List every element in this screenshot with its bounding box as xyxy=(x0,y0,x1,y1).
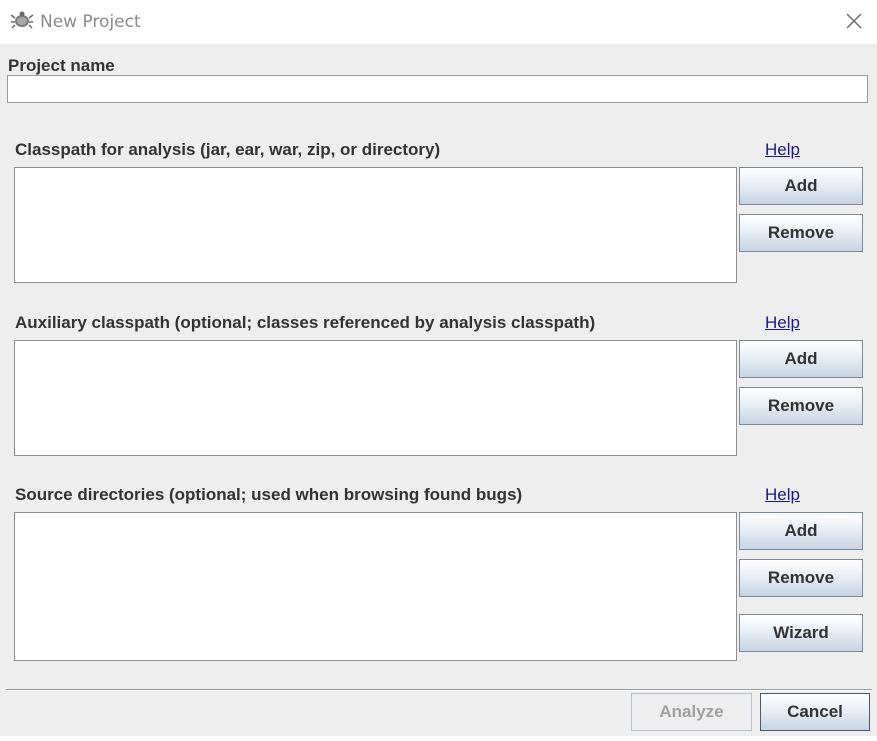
auxiliary-classpath-label: Auxiliary classpath (optional; classes r… xyxy=(15,313,596,332)
auxiliary-classpath-list[interactable] xyxy=(14,340,737,456)
project-name-label: Project name xyxy=(8,56,115,75)
classpath-help-link[interactable]: Help xyxy=(765,140,800,160)
source-directories-list[interactable] xyxy=(14,512,737,661)
close-icon[interactable] xyxy=(843,10,865,32)
auxiliary-add-button[interactable]: Add xyxy=(739,340,863,378)
classpath-remove-button[interactable]: Remove xyxy=(739,214,863,252)
window-title: New Project xyxy=(40,12,141,32)
classpath-add-button[interactable]: Add xyxy=(739,167,863,205)
new-project-dialog: New Project Project name Classpath for a… xyxy=(0,0,877,741)
auxiliary-remove-button[interactable]: Remove xyxy=(739,387,863,425)
classpath-label: Classpath for analysis (jar, ear, war, z… xyxy=(15,140,441,159)
footer-separator xyxy=(6,689,872,691)
classpath-list[interactable] xyxy=(14,167,737,283)
window-bottom-edge xyxy=(0,736,877,741)
cancel-button[interactable]: Cancel xyxy=(760,693,870,731)
source-add-button[interactable]: Add xyxy=(739,512,863,550)
analyze-button[interactable]: Analyze xyxy=(631,693,752,731)
source-directories-label: Source directories (optional; used when … xyxy=(15,485,523,504)
title-bar: New Project xyxy=(0,0,877,44)
auxiliary-help-link[interactable]: Help xyxy=(765,313,800,333)
source-remove-button[interactable]: Remove xyxy=(739,559,863,597)
project-name-input[interactable] xyxy=(7,75,868,103)
source-wizard-button[interactable]: Wizard xyxy=(739,614,863,652)
bug-icon xyxy=(10,10,34,30)
source-help-link[interactable]: Help xyxy=(765,485,800,505)
